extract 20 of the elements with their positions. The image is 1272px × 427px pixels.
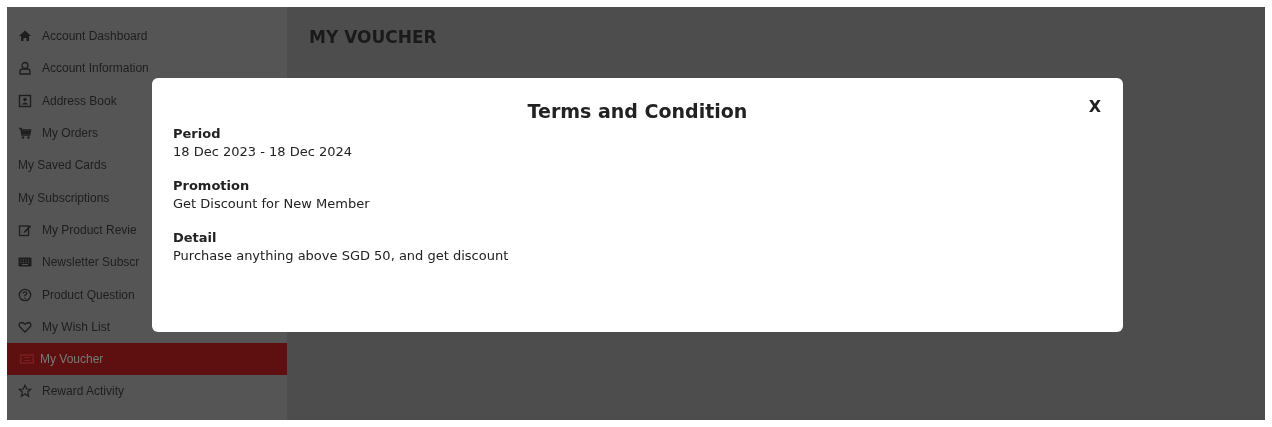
section-heading: Period <box>173 125 222 143</box>
dialog-title: Terms and Condition <box>527 100 748 122</box>
section-text: Get Discount for New Member <box>173 195 371 213</box>
sidebar-item[interactable]: Account Information <box>7 52 287 85</box>
user-icon <box>18 61 32 76</box>
heart-icon <box>18 319 32 334</box>
section-text: Purchase anything above SGD 50, and get discount <box>173 247 510 265</box>
cart-icon <box>18 126 32 141</box>
close-button[interactable]: X <box>1086 97 1103 116</box>
keyboard-icon <box>18 255 32 270</box>
ticket-icon <box>18 352 36 367</box>
question-icon <box>18 287 32 302</box>
section-heading: Detail <box>173 229 218 247</box>
star-icon <box>18 384 32 399</box>
home-icon <box>18 29 32 44</box>
edit-icon <box>18 222 32 237</box>
sidebar-item[interactable]: My Voucher <box>7 342 287 376</box>
section-text: 18 Dec 2023 - 18 Dec 2024 <box>173 143 354 161</box>
contact-card-icon <box>18 93 32 108</box>
section-heading: Promotion <box>173 177 251 195</box>
